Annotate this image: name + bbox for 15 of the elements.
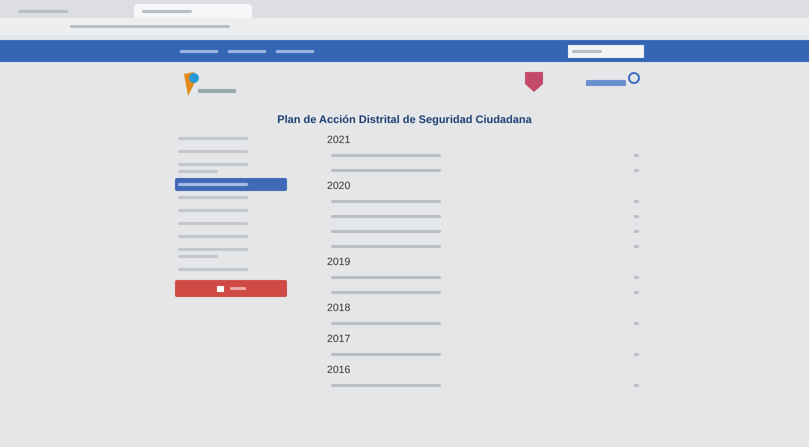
page-title: Plan de Acción Distrital de Seguridad Ciudadana	[276, 114, 533, 126]
nav-item[interactable]	[228, 50, 266, 52]
nav-item[interactable]	[276, 50, 314, 52]
year-heading: 2016	[327, 364, 352, 376]
address-bar[interactable]	[0, 18, 809, 35]
year-heading: 2018	[327, 302, 352, 314]
nav-item[interactable]	[180, 50, 218, 52]
year-heading: 2017	[327, 333, 352, 345]
year-heading: 2020	[327, 180, 352, 192]
browser-tab[interactable]	[134, 4, 252, 18]
search-field[interactable]	[568, 44, 644, 58]
sidebar-item[interactable]	[175, 178, 287, 191]
year-heading: 2019	[327, 256, 352, 268]
action-button[interactable]	[175, 280, 287, 297]
year-heading: 2021	[327, 134, 352, 146]
